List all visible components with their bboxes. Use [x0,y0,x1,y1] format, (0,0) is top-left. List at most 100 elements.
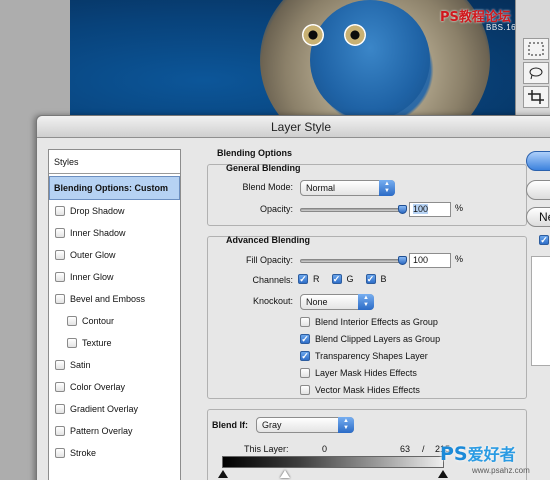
lasso-tool-icon[interactable] [523,62,549,84]
style-item[interactable]: Contour [49,310,180,332]
channels-label: Channels: [252,275,293,285]
fill-opacity-label: Fill Opacity: [245,255,293,265]
tools-panel [515,0,550,115]
style-item[interactable]: Stroke [49,442,180,464]
knockout-label: Knockout: [252,296,293,306]
this-layer-gradient-bar [222,456,444,468]
opacity-slider[interactable] [300,205,407,214]
advanced-option[interactable]: ✓ Blend Clipped Layers as Group [300,334,440,344]
select-arrows-icon: ▲ ▼ [379,180,395,196]
fill-opacity-unit: % [455,254,464,264]
fill-opacity-input[interactable]: 100 [409,253,451,268]
cancel-button[interactable] [526,180,550,200]
crop-tool-icon[interactable] [523,86,549,108]
dialog-title: Layer Style [37,116,550,138]
style-item[interactable]: Bevel and Emboss [49,288,180,310]
style-item-label: Texture [82,338,112,348]
option-checkbox[interactable]: ✓ [300,334,310,344]
style-checkbox[interactable] [67,338,77,348]
style-checkbox[interactable] [55,272,65,282]
advanced-option[interactable]: Blend Interior Effects as Group [300,317,438,327]
channel-r[interactable]: ✓ R [298,274,320,284]
option-checkbox[interactable] [300,317,310,327]
style-checkbox[interactable] [55,228,65,238]
option-label: Layer Mask Hides Effects [315,368,417,378]
style-item[interactable]: Inner Glow [49,266,180,288]
style-item-label: Contour [82,316,115,326]
select-arrows-icon: ▲ ▼ [338,417,354,433]
opacity-input[interactable]: 100 [409,202,451,217]
style-checkbox[interactable] [55,426,65,436]
style-checkbox[interactable] [55,448,65,458]
style-item[interactable]: Pattern Overlay [49,420,180,442]
option-checkbox[interactable] [300,385,310,395]
channel-g[interactable]: ✓ G [331,274,354,284]
blend-mode-label: Blend Mode: [242,182,293,192]
marquee-tool-icon[interactable] [523,38,549,60]
blend-if-label: Blend If: [212,420,248,430]
option-label: Blend Interior Effects as Group [315,317,438,327]
advanced-blending-title: Advanced Blending [226,235,311,245]
style-item[interactable]: Outer Glow [49,244,180,266]
photo-eye-right [344,24,366,46]
blend-mode-select[interactable]: Normal ▲ ▼ [300,180,395,196]
style-item[interactable]: Inner Shadow [49,222,180,244]
advanced-option[interactable]: ✓ Transparency Shapes Layer [300,351,428,361]
channel-checkbox[interactable]: ✓ [365,274,376,284]
white-point-slider-icon[interactable] [438,470,448,478]
black-point-slider-icon[interactable] [218,470,228,478]
opacity-slider-knob[interactable] [398,205,407,214]
option-label: Transparency Shapes Layer [315,351,428,361]
blend-if-select[interactable]: Gray ▲ ▼ [256,417,354,433]
fill-opacity-slider[interactable] [300,256,407,265]
style-checkbox[interactable] [55,360,65,370]
style-item-label: Inner Shadow [70,228,126,238]
style-checkbox[interactable] [55,206,65,216]
style-item-label: Bevel and Emboss [70,294,146,304]
split-slider-icon[interactable] [280,470,290,478]
advanced-option[interactable]: Vector Mask Hides Effects [300,385,420,395]
this-layer-mid-value: 63 [400,444,411,454]
this-layer-label: This Layer: [244,444,289,454]
style-item[interactable]: Satin [49,354,180,376]
style-checkbox[interactable] [55,294,65,304]
styles-header[interactable]: Styles [49,150,180,174]
watermark-top-url: BBS.16XX8.COM [486,23,515,32]
style-item-label: Color Overlay [70,382,126,392]
layer-style-dialog: Layer Style Styles Blending Options: Cus… [36,115,550,480]
style-item-label: Pattern Overlay [70,426,133,436]
channel-checkbox[interactable]: ✓ [331,274,342,284]
style-checkbox[interactable] [55,382,65,392]
style-item[interactable]: Drop Shadow [49,200,180,222]
style-item-label: Stroke [70,448,97,458]
style-item[interactable]: Gradient Overlay [49,398,180,420]
channel-label: R [313,274,320,284]
style-item-label: Inner Glow [70,272,114,282]
option-checkbox[interactable]: ✓ [300,351,310,361]
advanced-option[interactable]: Layer Mask Hides Effects [300,368,417,378]
style-item[interactable]: Color Overlay [49,376,180,398]
option-checkbox[interactable] [300,368,310,378]
style-checkbox[interactable] [55,250,65,260]
knockout-select[interactable]: None ▲ ▼ [300,294,374,310]
style-item[interactable]: Texture [49,332,180,354]
watermark-bottom-url: www.psahz.com [472,466,530,475]
channel-checkbox[interactable]: ✓ [298,274,308,284]
channel-label: G [346,274,354,284]
channel-b[interactable]: ✓ B [365,274,387,284]
fill-opacity-slider-knob[interactable] [398,256,407,265]
new-style-button[interactable]: Ne [526,207,550,227]
ok-button[interactable] [526,151,550,171]
opacity-label: Opacity: [259,204,293,214]
blending-options-title: Blending Options [217,148,292,158]
preview-checkbox[interactable]: ✓ [539,235,549,245]
opacity-unit: % [455,203,464,213]
style-item-label: Satin [70,360,91,370]
style-checkbox[interactable] [55,404,65,414]
blending-options-item[interactable]: Blending Options: Custom [49,176,180,200]
document-canvas[interactable]: PS教程论坛 BBS.16XX8.COM [70,0,515,115]
style-checkbox[interactable] [67,316,77,326]
styles-list: Styles Blending Options: Custom Drop Sha… [48,149,181,480]
photo-eye-left [302,24,324,46]
style-item-label: Gradient Overlay [70,404,139,414]
